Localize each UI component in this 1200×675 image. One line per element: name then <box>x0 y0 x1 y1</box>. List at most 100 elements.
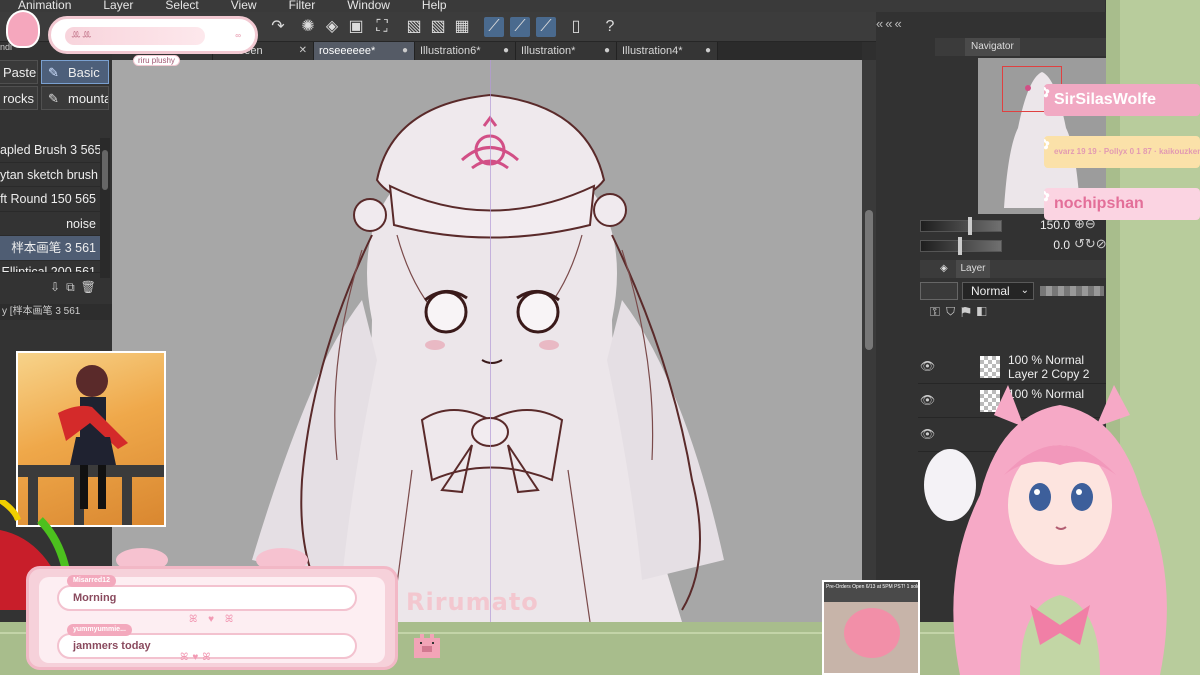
scroll-thumb[interactable] <box>102 150 108 190</box>
follower-name: nochipshan <box>1054 195 1144 212</box>
help-icon[interactable]: ? <box>600 17 620 37</box>
brush-icon: ✎ <box>48 91 59 106</box>
brush-item[interactable]: Elliptical 200 561 <box>0 261 100 273</box>
tab-illustration[interactable]: Illustration* ● <box>516 42 617 60</box>
import-icon[interactable]: ⇩ <box>50 280 60 295</box>
brush-list-scrollbar[interactable] <box>100 138 110 278</box>
collapse-panel-icon[interactable]: ««« <box>876 16 904 31</box>
opacity-slider[interactable] <box>1040 286 1104 296</box>
clear-icon[interactable]: ▣ <box>346 17 366 37</box>
grid2-icon[interactable]: ▦ <box>452 17 472 37</box>
subtool-tab-label: Basic <box>68 65 100 80</box>
snap-grid-icon[interactable]: ⟋ <box>536 17 556 37</box>
transform-icon[interactable]: ⛶ <box>372 17 392 37</box>
tab-label: roseeeeee* <box>319 45 376 57</box>
brush-item[interactable]: ft Round 150 565 <box>0 187 100 212</box>
grid-icon[interactable]: ▧ <box>404 17 424 37</box>
menu-window[interactable]: Window <box>347 0 390 12</box>
goal-progress-bar: ꔛꔛ <box>65 27 205 45</box>
duplicate-icon[interactable]: ⧉ <box>66 280 75 295</box>
zoom-track[interactable] <box>920 220 1002 232</box>
navigator-title[interactable]: Navigator <box>965 38 1020 56</box>
flower-icon: ✿ <box>1044 136 1050 160</box>
menu-select[interactable]: Select <box>165 0 198 12</box>
canvas-scrollbar[interactable] <box>862 60 876 622</box>
brush-list: apled Brush 3 565 ytan sketch brush ft R… <box>0 138 100 273</box>
lock-icon[interactable]: ⚿ <box>930 304 946 319</box>
tab-illustration4[interactable]: Illustration4* ● <box>617 42 718 60</box>
tab-modified-dot-icon[interactable]: ● <box>402 42 408 60</box>
tab-modified-dot-icon[interactable]: ● <box>604 42 610 60</box>
brush-item[interactable]: noise <box>0 212 100 236</box>
layer-tools: ⚿⛉⚑◧ <box>930 304 993 320</box>
follower-alert: ✿ nochipshan <box>1044 188 1200 220</box>
spinner-icon[interactable]: ✺ <box>298 17 318 37</box>
brush-item-selected[interactable]: 柈本画笔 3 561 <box>0 236 100 261</box>
subtool-tab-basic[interactable]: ✎ Basic <box>41 60 109 84</box>
chat-username: yummyummie... <box>67 624 132 636</box>
ref-icon[interactable]: ⚑ <box>961 304 976 319</box>
snap-ruler-icon[interactable]: ⟋ <box>484 17 504 37</box>
rotate-icon[interactable]: ↺↻⊘ <box>1074 236 1107 252</box>
zoom-knob[interactable] <box>968 217 972 235</box>
chat-inner: Morning Misarred12 ꕤ ♥ ꕤ jammers today y… <box>39 575 385 663</box>
visibility-eye-icon[interactable]: 👁 <box>920 359 935 373</box>
tab-modified-dot-icon[interactable]: ● <box>705 42 711 60</box>
infinity-icon: ∞ <box>235 31 241 40</box>
chat-username: Misarred12 <box>67 575 116 587</box>
menu-bar: Animation Layer Select View Filter Windo… <box>0 0 1105 12</box>
tab-label: Illustration4* <box>622 45 683 57</box>
mask-icon[interactable]: ◧ <box>977 304 993 319</box>
layers-icon: ◈ <box>940 263 948 274</box>
tab-modified-dot-icon[interactable]: ● <box>503 42 509 60</box>
tab-illustration6[interactable]: Illustration6* ● <box>415 42 516 60</box>
follower-name: SirSilasWolfe <box>1054 91 1156 108</box>
trash-icon[interactable]: 🗑 <box>81 280 96 295</box>
snap-special-icon[interactable]: ⟋ <box>510 17 530 37</box>
drawing-canvas[interactable] <box>112 60 862 622</box>
blend-mode-select[interactable]: Normal ⌄ <box>962 282 1034 300</box>
symmetry-guide <box>490 60 491 622</box>
tab-label: Illustration6* <box>420 45 481 57</box>
follower-alert: ✿ evarz 19 19 · Pollyx 0 1 87 · kaikouzk… <box>1044 136 1200 168</box>
brush-item[interactable]: ytan sketch brush <box>0 163 100 187</box>
goal-label: riru plushy <box>133 55 180 66</box>
menu-help[interactable]: Help <box>422 0 447 12</box>
brush-icon: ✎ <box>48 65 59 80</box>
plush-image <box>844 608 900 658</box>
menu-view[interactable]: View <box>231 0 257 12</box>
rotation-value: 0.0 <box>1053 238 1070 252</box>
follower-name: evarz 19 19 · Pollyx 0 1 87 · kaikouzken… <box>1054 147 1200 156</box>
flower-icon: ✿ <box>1044 84 1050 108</box>
rotation-slider[interactable]: 0.0 ↺↻⊘ <box>920 236 1107 255</box>
redo-icon[interactable]: ↷ <box>268 17 288 37</box>
tool-property-header: y [柈本画笔 3 561 <box>0 304 112 320</box>
plushy-goal-widget: ꔛꔛ ∞ riru plushy <box>48 16 258 66</box>
layer-color-swatch[interactable] <box>920 282 958 300</box>
fill-icon[interactable]: ◈ <box>322 17 342 37</box>
sketch-artwork <box>252 93 724 622</box>
clip-icon[interactable]: ⛉ <box>946 304 961 319</box>
subtool-tab-label: mounta <box>68 91 109 106</box>
brush-actions: ⇩ ⧉ 🗑 <box>50 280 96 295</box>
layer-opacity-mode: 100 % Normal <box>1008 353 1085 367</box>
device-icon[interactable]: ▯ <box>566 17 586 37</box>
subtool-tab-pastel[interactable]: Pastel <box>0 60 38 84</box>
subtool-tab-mountain[interactable]: ✎ mounta <box>41 86 109 110</box>
flower-icon: ✿ <box>1044 188 1050 212</box>
chat-bottom-bow-icon: ꕤ♥ꕤ <box>180 652 215 663</box>
rotation-knob[interactable] <box>958 237 962 255</box>
layer-panel-title[interactable]: Layer <box>956 260 990 278</box>
subtool-tab-rocks[interactable]: rocks a <box>0 86 38 110</box>
menu-layer[interactable]: Layer <box>103 0 133 12</box>
ruler-icon[interactable]: ▧ <box>428 17 448 37</box>
zoom-value: 150.0 <box>1039 218 1070 232</box>
blend-mode-value: Normal <box>971 284 1010 298</box>
scroll-thumb[interactable] <box>865 210 873 350</box>
tab-close-icon[interactable]: ✕ <box>299 42 307 60</box>
tab-label: Illustration* <box>521 45 576 57</box>
menu-filter[interactable]: Filter <box>289 0 316 12</box>
tab-roseeeeee[interactable]: roseeeeee* ● <box>314 42 415 60</box>
brush-item[interactable]: apled Brush 3 565 <box>0 138 100 163</box>
promo-header: Pre-Orders Open 6/13 at 5PM PST! 1 sold <box>824 582 918 602</box>
